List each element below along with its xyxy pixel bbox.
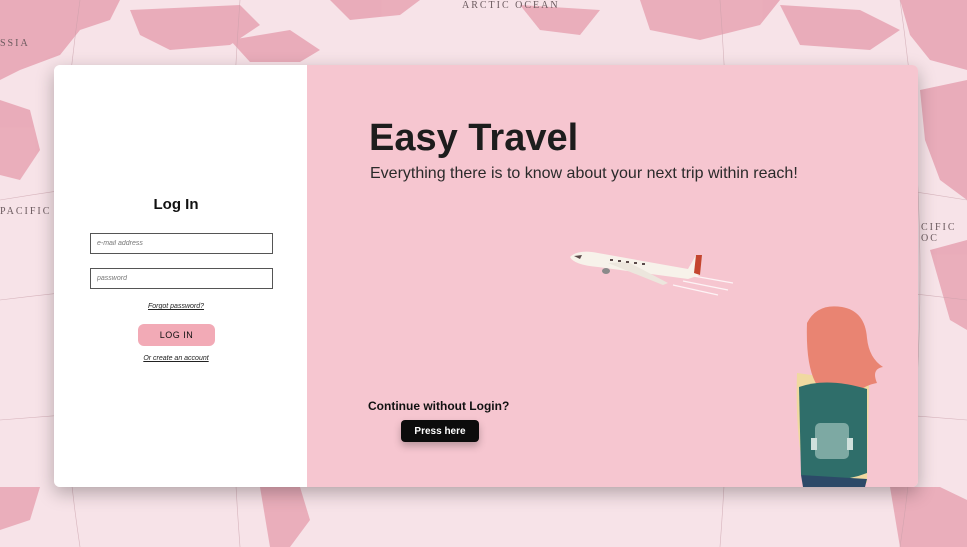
login-button[interactable]: LOG IN bbox=[138, 324, 215, 346]
main-card: Log In Forgot password? LOG IN Or create… bbox=[54, 65, 918, 487]
press-here-button[interactable]: Press here bbox=[401, 420, 479, 442]
forgot-password-link[interactable]: Forgot password? bbox=[54, 303, 298, 310]
password-field[interactable] bbox=[90, 268, 273, 289]
login-panel: Log In Forgot password? LOG IN Or create… bbox=[54, 65, 307, 487]
login-title: Log In bbox=[153, 196, 199, 213]
map-label-russia: SSIA bbox=[0, 38, 30, 49]
traveler-illustration bbox=[796, 306, 883, 487]
airplane-icon bbox=[570, 251, 733, 296]
hero-title: Easy Travel bbox=[369, 117, 579, 159]
create-account-link[interactable]: Or create an account bbox=[54, 355, 298, 362]
hero-panel: Easy Travel Everything there is to know … bbox=[307, 65, 918, 487]
continue-without-login-label: Continue without Login? bbox=[368, 399, 510, 413]
email-field[interactable] bbox=[90, 233, 273, 254]
hero-subtitle: Everything there is to know about your n… bbox=[370, 165, 798, 182]
map-label-pacific-right: CIFIC OC bbox=[921, 222, 957, 244]
map-label-arctic-ocean: ARCTIC OCEAN bbox=[462, 0, 560, 11]
